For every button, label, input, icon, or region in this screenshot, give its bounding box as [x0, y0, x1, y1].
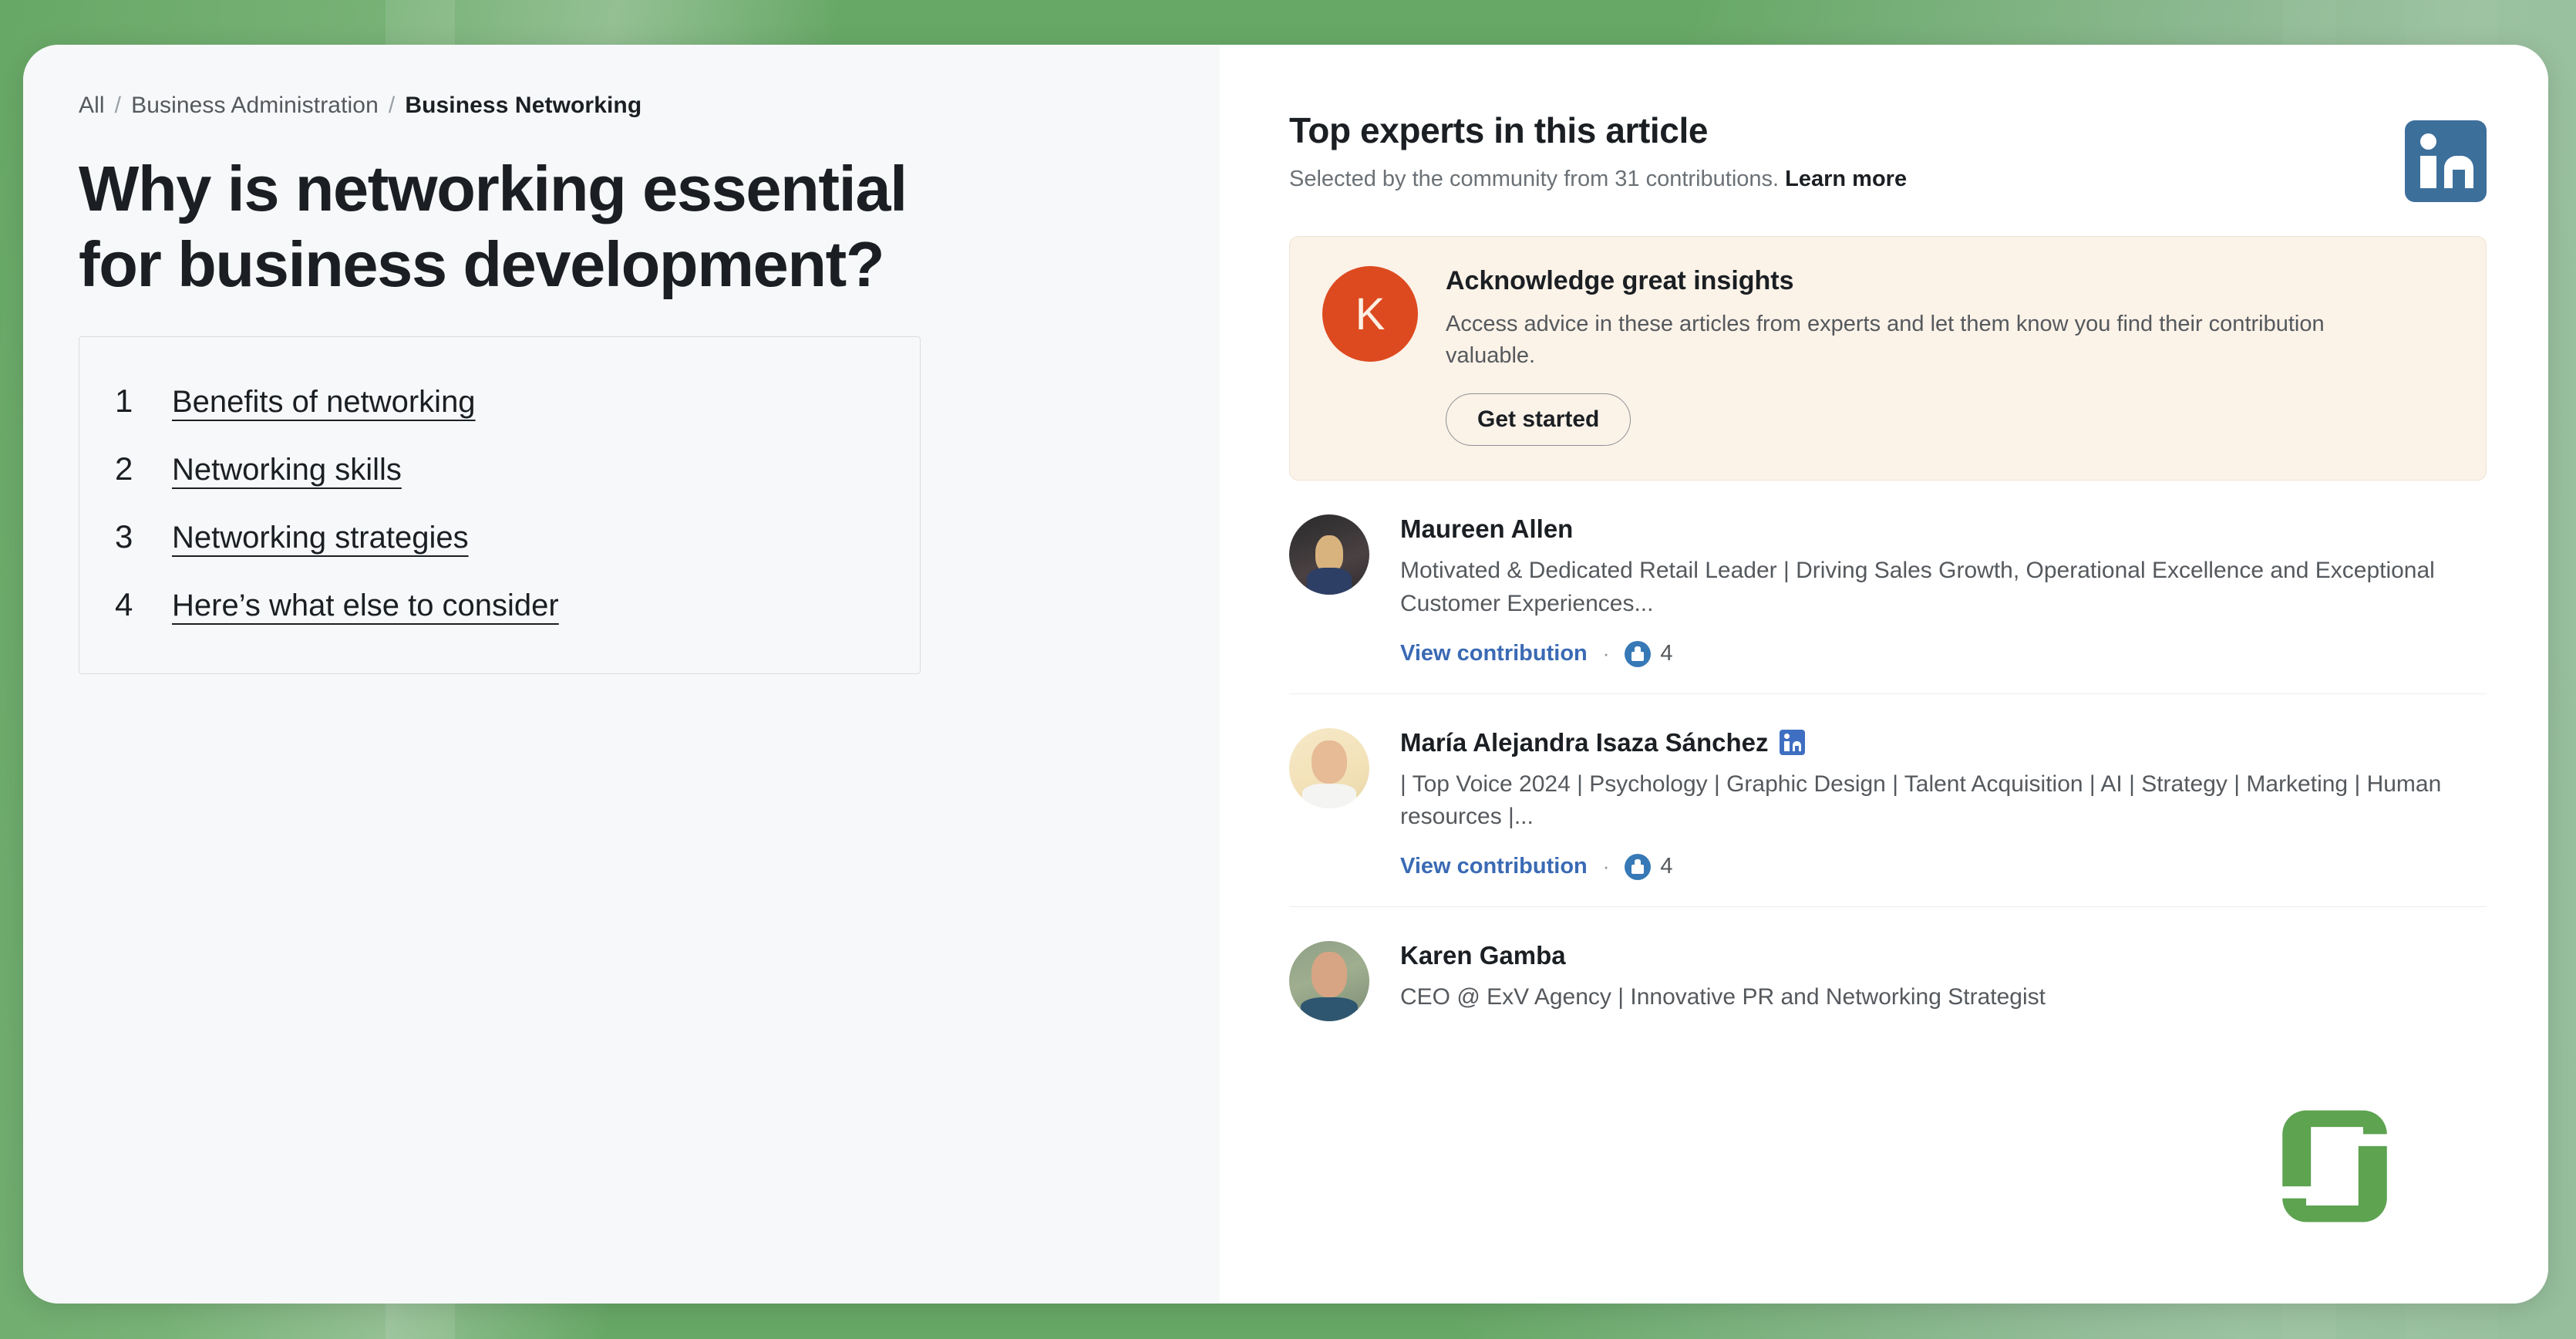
meta-separator: · [1602, 642, 1610, 666]
expert-name[interactable]: María Alejandra Isaza Sánchez [1400, 728, 2487, 757]
article-window: All / Business Administration / Business… [23, 45, 2548, 1304]
toc-item-benefits-of-networking[interactable]: Benefits of networking [172, 385, 476, 419]
contributions-count-text: Selected by the community from 31 contri… [1289, 167, 1780, 191]
linkedin-verified-badge-icon [1779, 730, 1805, 756]
avatar [1289, 940, 1369, 1021]
expert-name[interactable]: Maureen Allen [1400, 514, 2487, 544]
reaction-group: 4 [1625, 853, 1673, 880]
article-left-panel: All / Business Administration / Business… [23, 45, 1220, 1304]
linkedin-logo-icon [2405, 120, 2487, 202]
table-of-contents: 1 Benefits of networking 2 Networking sk… [79, 336, 921, 674]
expert-headline: CEO @ ExV Agency | Innovative PR and Net… [1400, 983, 2046, 1010]
expert-name-text: Karen Gamba [1400, 940, 1566, 970]
list-item[interactable]: 2 Networking skills [115, 436, 884, 504]
reaction-count: 4 [1660, 854, 1673, 879]
list-item[interactable]: Karen Gamba CEO @ ExV Agency | Innovativ… [1289, 906, 2487, 1021]
expert-name-text: María Alejandra Isaza Sánchez [1400, 727, 1769, 757]
expert-meta-row: View contribution · 4 [1400, 640, 2487, 667]
promo-title: Acknowledge great insights [1446, 266, 1794, 295]
expert-name-text: Maureen Allen [1400, 514, 1574, 544]
expert-meta-row: View contribution · 4 [1400, 853, 2487, 880]
list-item[interactable]: 4 Here’s what else to consider [115, 572, 884, 639]
reaction-group: 4 [1625, 640, 1673, 667]
reaction-count: 4 [1660, 641, 1673, 666]
learn-more-link[interactable]: Learn more [1785, 167, 1907, 191]
top-experts-subtitle: Selected by the community from 31 contri… [1289, 167, 1907, 192]
avatar [1289, 727, 1369, 808]
expert-headline: | Top Voice 2024 | Psychology | Graphic … [1400, 771, 2442, 830]
breadcrumb-item-all[interactable]: All [79, 93, 105, 119]
expert-name[interactable]: Karen Gamba [1400, 941, 2487, 970]
toc-item-here-is-what-else-to-consider[interactable]: Here’s what else to consider [172, 589, 559, 622]
toc-item-networking-skills[interactable]: Networking skills [172, 453, 402, 487]
list-item[interactable]: María Alejandra Isaza Sánchez | Top Voic… [1289, 693, 2487, 880]
toc-item-number: 4 [115, 585, 133, 622]
toc-item-networking-strategies[interactable]: Networking strategies [172, 521, 469, 555]
top-experts-header: Top experts in this article Selected by … [1289, 110, 2502, 202]
top-experts-panel: Top experts in this article Selected by … [1220, 45, 2548, 1304]
like-thumbs-up-icon [1625, 640, 1652, 667]
view-contribution-link[interactable]: View contribution [1400, 641, 1588, 666]
breadcrumb-separator: / [114, 93, 122, 118]
get-started-button[interactable]: Get started [1446, 393, 1631, 447]
toc-item-number: 2 [115, 450, 133, 487]
view-contribution-link[interactable]: View contribution [1400, 854, 1588, 879]
top-experts-title: Top experts in this article [1289, 110, 1709, 150]
breadcrumb-item-business-administration[interactable]: Business Administration [131, 93, 379, 119]
like-thumbs-up-icon [1625, 853, 1652, 880]
acknowledge-insights-card: K Acknowledge great insights Access advi… [1289, 236, 2487, 481]
expert-headline: Motivated & Dedicated Retail Leader | Dr… [1400, 558, 2435, 616]
breadcrumb-item-business-networking[interactable]: Business Networking [405, 93, 641, 119]
promo-description: Access advice in these articles from exp… [1446, 312, 2325, 369]
list-item[interactable]: 1 Benefits of networking [115, 368, 884, 436]
toc-item-number: 1 [115, 382, 133, 419]
avatar [1289, 514, 1369, 595]
green-g-logo [2282, 1110, 2387, 1223]
toc-item-number: 3 [115, 518, 133, 555]
breadcrumb-separator: / [388, 93, 396, 118]
avatar: K [1322, 266, 1418, 362]
list-item[interactable]: Maureen Allen Motivated & Dedicated Reta… [1289, 481, 2487, 667]
list-item[interactable]: 3 Networking strategies [115, 504, 884, 572]
page-title: Why is networking essential for business… [79, 153, 907, 300]
meta-separator: · [1602, 855, 1610, 879]
breadcrumb: All / Business Administration / Business… [79, 93, 1166, 119]
